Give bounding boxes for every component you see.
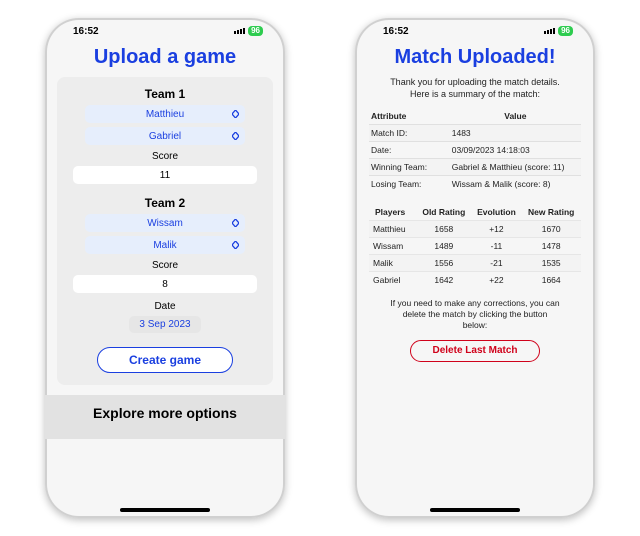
thanks-text: Thank you for uploading the match detail… [369, 77, 581, 100]
page-title: Match Uploaded! [369, 46, 581, 69]
table-row: Losing Team:Wissam & Malik (score: 8) [369, 176, 581, 193]
delete-last-match-button[interactable]: Delete Last Match [410, 340, 540, 362]
battery-icon: 96 [248, 26, 263, 36]
table-row: Winning Team:Gabriel & Matthieu (score: … [369, 159, 581, 176]
ratings-header-evo: Evolution [472, 204, 522, 221]
chevron-up-down-icon [232, 110, 239, 118]
home-indicator[interactable] [120, 508, 210, 512]
team2-player1-select[interactable]: Wissam [85, 214, 245, 232]
chevron-up-down-icon [232, 219, 239, 227]
team2-score-label: Score [67, 260, 263, 271]
uploaded-screen: Match Uploaded! Thank you for uploading … [355, 44, 595, 518]
team2-player1-value: Wissam [147, 218, 183, 229]
team1-player1-select[interactable]: Matthieu [85, 105, 245, 123]
summary-table: Attribute Value Match ID:1483 Date:03/09… [369, 108, 581, 192]
table-row: Wissam1489-111478 [369, 238, 581, 255]
table-row: Gabriel1642+221664 [369, 272, 581, 289]
team2-label: Team 2 [67, 196, 263, 210]
explore-more-button[interactable]: Explore more options [45, 395, 285, 439]
team2-player2-value: Malik [153, 240, 176, 251]
date-picker[interactable]: 3 Sep 2023 [129, 316, 200, 333]
team1-label: Team 1 [67, 87, 263, 101]
team2-player2-select[interactable]: Malik [85, 236, 245, 254]
upload-screen: Upload a game Team 1 Matthieu Gabriel Sc… [45, 44, 285, 518]
status-time: 16:52 [73, 26, 99, 37]
status-right: 96 [234, 26, 263, 36]
table-row: Matthieu1658+121670 [369, 221, 581, 238]
team1-player2-select[interactable]: Gabriel [85, 127, 245, 145]
page-title: Upload a game [45, 46, 285, 69]
team1-player2-value: Gabriel [149, 131, 181, 142]
table-row: Match ID:1483 [369, 125, 581, 142]
team1-score-input[interactable]: 11 [73, 166, 257, 184]
summary-header-val: Value [436, 108, 581, 125]
summary-header-attr: Attribute [369, 108, 436, 125]
home-indicator[interactable] [430, 508, 520, 512]
chevron-up-down-icon [232, 132, 239, 140]
ratings-header-player: Players [369, 204, 416, 221]
phone-upload: 16:52 96 Upload a game Team 1 Matthieu G… [45, 18, 285, 518]
table-row: Date:03/09/2023 14:18:03 [369, 142, 581, 159]
chevron-up-down-icon [232, 241, 239, 249]
ratings-header-new: New Rating [521, 204, 581, 221]
date-label: Date [67, 301, 263, 312]
ratings-header-old: Old Rating [416, 204, 471, 221]
table-row: Malik1556-211535 [369, 255, 581, 272]
team1-player1-value: Matthieu [146, 109, 184, 120]
upload-card: Team 1 Matthieu Gabriel Score 11 Team 2 … [57, 77, 273, 385]
status-bar: 16:52 96 [45, 18, 285, 44]
battery-icon: 96 [558, 26, 573, 36]
signal-icon [544, 28, 555, 34]
signal-icon [234, 28, 245, 34]
status-time: 16:52 [383, 26, 409, 37]
status-right: 96 [544, 26, 573, 36]
team2-score-input[interactable]: 8 [73, 275, 257, 293]
create-game-button[interactable]: Create game [97, 347, 233, 373]
correction-note: If you need to make any corrections, you… [369, 298, 581, 331]
phone-uploaded: 16:52 96 Match Uploaded! Thank you for u… [355, 18, 595, 518]
status-bar: 16:52 96 [355, 18, 595, 44]
ratings-table: Players Old Rating Evolution New Rating … [369, 204, 581, 288]
team1-score-label: Score [67, 151, 263, 162]
